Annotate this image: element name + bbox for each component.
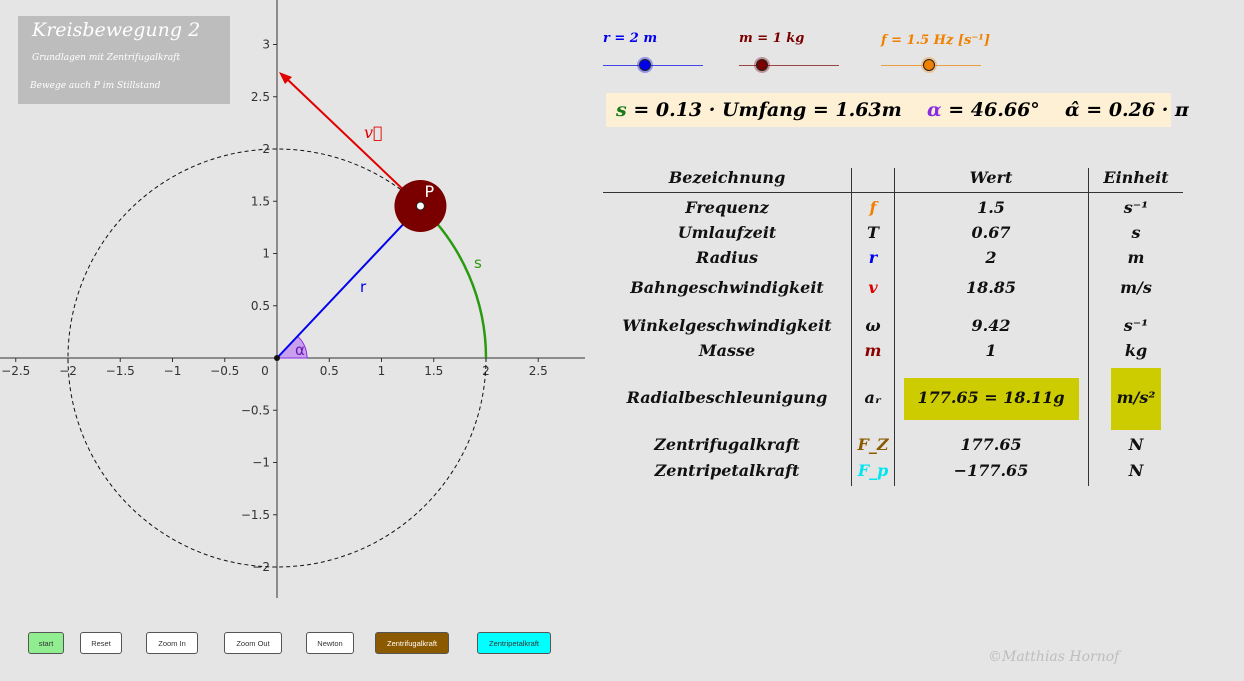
row-unit: s⁻¹ (1123, 316, 1149, 335)
radius-label: r (360, 278, 367, 296)
x-tick-label: 2.5 (529, 364, 548, 378)
y-tick-label: 0.5 (251, 299, 270, 313)
x-tick-label: −2 (59, 364, 77, 378)
y-tick-label: 2.5 (251, 90, 270, 104)
row-name: Zentripetalkraft (654, 461, 800, 480)
col-sep-2 (894, 168, 895, 486)
row-symbol: F_Z (857, 435, 889, 454)
row-symbol: f (869, 198, 877, 217)
slider-handle[interactable] (923, 59, 935, 71)
row-name: Winkelgeschwindigkeit (622, 316, 832, 335)
start-button[interactable]: start (28, 632, 64, 654)
row-symbol: v (868, 278, 878, 297)
row-name: Frequenz (685, 198, 769, 217)
x-tick-label: −2.5 (1, 364, 30, 378)
row-symbol: T (867, 223, 879, 242)
row-value: −177.65 (953, 461, 1029, 480)
alphahat-formula: α̂ = 0.26 · π (1065, 99, 1189, 121)
origin-point (274, 355, 280, 361)
x-tick-label: 0.5 (320, 364, 339, 378)
y-tick-label: −1.5 (241, 508, 270, 522)
row-value: 0.67 (971, 223, 1011, 242)
alpha-symbol: α (927, 99, 942, 121)
row-value: 177.65 (960, 435, 1022, 454)
angle-label: α (295, 341, 305, 359)
row-value: 1.5 (977, 198, 1005, 217)
row-symbol: m (864, 341, 882, 360)
row-unit: kg (1124, 341, 1148, 360)
x-tick-label: −1 (164, 364, 182, 378)
newton-button[interactable]: Newton (306, 632, 354, 654)
reset-button[interactable]: Reset (80, 632, 122, 654)
slider-handle[interactable] (756, 59, 768, 71)
row-value: 9.42 (971, 316, 1011, 335)
alpha-formula: = 46.66° (941, 99, 1040, 121)
row-unit: m/s² (1116, 388, 1156, 407)
header-value: Wert (969, 168, 1013, 187)
x-tick-label: 1 (378, 364, 386, 378)
row-name: Masse (698, 341, 756, 360)
row-unit: s (1131, 223, 1141, 242)
header-unit: Einheit (1103, 168, 1169, 187)
col-sep-1 (851, 168, 852, 486)
row-name: Zentrifugalkraft (654, 435, 800, 454)
x-tick-label: 0 (261, 364, 269, 378)
x-tick-label: 1.5 (424, 364, 443, 378)
slider-label: f = 1.5 Hz [s⁻¹] (881, 33, 991, 48)
col-sep-3 (1088, 168, 1089, 486)
formula-bar: s = 0.13 · Umfang = 1.63m α = 46.66° α̂ … (606, 93, 1189, 127)
row-value: 2 (985, 248, 997, 267)
row-name: Radius (696, 248, 758, 267)
row-symbol: aᵣ (864, 388, 882, 407)
zentrifugalkraft-button[interactable]: Zentrifugalkraft (375, 632, 449, 654)
row-unit: N (1128, 461, 1144, 480)
row-symbol: r (868, 248, 878, 267)
zentripetalkraft-button[interactable]: Zentripetalkraft (477, 632, 551, 654)
row-unit: s⁻¹ (1123, 198, 1149, 217)
arc-label: s (474, 254, 482, 272)
velocity-label: v⃗ (364, 123, 383, 142)
graphics-view[interactable]: −2.5 −2 −1.5 −1 −0.5 0 0.5 1 1.5 2 2.532.521.510.5… (0, 0, 590, 610)
row-name: Radialbeschleunigung (626, 388, 828, 407)
y-tick-label: −0.5 (241, 403, 270, 417)
row-unit: m (1127, 248, 1145, 267)
row-symbol: F_p (857, 461, 889, 480)
header-name: Bezeichnung (668, 168, 786, 187)
row-unit: N (1128, 435, 1144, 454)
zoom-out-button[interactable]: Zoom Out (224, 632, 282, 654)
s-formula: = 0.13 · Umfang = 1.63m (626, 99, 902, 121)
copyright: ©Matthias Hornof (988, 649, 1120, 665)
velocity-arrow (286, 78, 422, 207)
zoom-in-button[interactable]: Zoom In (146, 632, 198, 654)
s-symbol: s (616, 99, 627, 121)
y-tick-label: 1 (262, 247, 270, 261)
row-name: Umlaufzeit (677, 223, 777, 242)
y-tick-label: −1 (252, 456, 270, 470)
row-symbol: ω (865, 316, 881, 335)
header-rule (603, 192, 1183, 193)
slider-track[interactable] (603, 65, 703, 66)
radius-line (276, 205, 422, 359)
row-value: 1 (985, 341, 997, 360)
row-unit: m/s (1120, 278, 1152, 297)
row-value: 18.85 (965, 278, 1017, 297)
row-value: 177.65 = 18.11g (917, 388, 1065, 407)
x-tick-label: −0.5 (210, 364, 239, 378)
point-label: P (424, 182, 434, 201)
row-name: Bahngeschwindigkeit (630, 278, 824, 297)
x-tick-label: −1.5 (106, 364, 135, 378)
slider-label: m = 1 kg (739, 31, 805, 46)
point-p (415, 201, 425, 211)
slider-handle[interactable] (639, 59, 651, 71)
y-tick-label: 1.5 (251, 194, 270, 208)
slider-label: r = 2 m (603, 31, 658, 46)
y-tick-label: 3 (262, 38, 270, 52)
